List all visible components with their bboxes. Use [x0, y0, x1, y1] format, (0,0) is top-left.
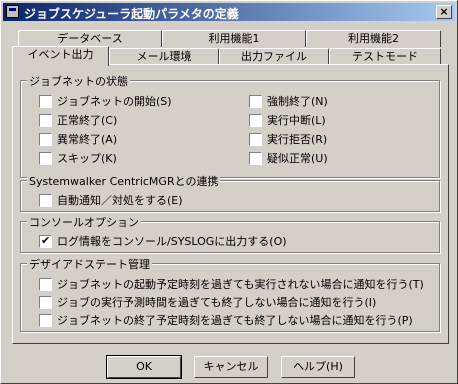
checkbox-label: 異常終了(A) [57, 133, 118, 146]
help-button[interactable]: ヘルプ(H) [281, 356, 355, 378]
checkbox-box[interactable] [249, 94, 262, 108]
desired-state-legend: デザイアドステート管理 [27, 256, 152, 272]
checkbox-box[interactable] [249, 132, 262, 146]
tab-database[interactable]: データベース [18, 30, 162, 47]
checkbox-box[interactable] [249, 113, 262, 127]
checkbox-forced-end[interactable]: 強制終了(N) [249, 94, 328, 108]
jobnet-state-legend: ジョブネットの状態 [27, 73, 130, 89]
console-legend: コンソールオプション [27, 214, 141, 230]
checkbox-box[interactable] [39, 94, 52, 108]
tab-output-file[interactable]: 出力ファイル [219, 48, 329, 65]
checkbox-jobnet-start[interactable]: ジョブネットの開始(S) [39, 94, 172, 108]
checkbox-label: 疑似正常(U) [267, 152, 328, 165]
tab-mail-environment[interactable]: メール環境 [109, 48, 219, 65]
checkbox-label: ジョブネットの開始(S) [57, 95, 172, 108]
checkbox-label: 自動通知／対処をする(E) [57, 194, 183, 207]
checkbox-label: ジョブネットの終了予定時刻を過ぎても終了しない場合に通知を行う(P) [57, 314, 413, 327]
checkbox-label: スキップ(K) [57, 152, 117, 165]
console-group: コンソールオプション ログ情報をコンソール/SYSLOGに出力する(O) [20, 214, 440, 253]
checkbox-label: 強制終了(N) [267, 95, 328, 108]
checkbox-box[interactable] [249, 151, 262, 165]
checkbox-box[interactable] [39, 234, 52, 248]
title-bar[interactable]: ジョブスケジューラ起動パラメタの定義 × [3, 3, 455, 21]
checkbox-label: 実行中断(L) [267, 114, 326, 127]
checkbox-box[interactable] [39, 113, 52, 127]
checkbox-box[interactable] [39, 295, 52, 309]
checkbox-exec-interrupt[interactable]: 実行中断(L) [249, 113, 326, 127]
checkbox-label: ログ情報をコンソール/SYSLOGに出力する(O) [57, 235, 287, 248]
dialog-window: ジョブスケジューラ起動パラメタの定義 × データベース 利用機能1 利用機能2 … [0, 0, 458, 384]
checkbox-label: ジョブネットの起動予定時刻を過ぎても実行されない場合に通知を行う(T) [57, 278, 424, 291]
checkbox-box[interactable] [39, 313, 52, 327]
centric-group: Systemwalker CentricMGRとの連携 自動通知／対処をする(E… [20, 173, 440, 212]
tab-features-2[interactable]: 利用機能2 [306, 30, 441, 47]
tab-event-output[interactable]: イベント出力 [12, 46, 109, 66]
checkbox-box[interactable] [39, 151, 52, 165]
checkbox-label: 実行拒否(R) [267, 133, 328, 146]
checkbox-skip[interactable]: スキップ(K) [39, 151, 117, 165]
tab-test-mode[interactable]: テストモード [329, 48, 441, 65]
checkbox-label: 正常終了(C) [57, 114, 118, 127]
jobnet-state-group: ジョブネットの状態 ジョブネットの開始(S) 正常終了(C) 異常終了(A) ス… [20, 73, 440, 178]
checkbox-exec-reject[interactable]: 実行拒否(R) [249, 132, 327, 146]
tab-panel-event-output: ジョブネットの状態 ジョブネットの開始(S) 正常終了(C) 異常終了(A) ス… [12, 64, 449, 344]
cancel-button[interactable]: キャンセル [194, 356, 268, 378]
checkbox-label: ジョブの実行予測時間を過ぎても終了しない場合に通知を行う(I) [57, 296, 377, 309]
checkbox-box[interactable] [39, 132, 52, 146]
centric-legend: Systemwalker CentricMGRとの連携 [27, 173, 221, 189]
checkbox-notify-job-overrun[interactable]: ジョブの実行予測時間を過ぎても終了しない場合に通知を行う(I) [39, 295, 376, 309]
checkbox-auto-notify[interactable]: 自動通知／対処をする(E) [39, 193, 183, 207]
app-icon [6, 5, 19, 18]
tab-features-1[interactable]: 利用機能1 [162, 30, 306, 47]
checkbox-notify-not-finished[interactable]: ジョブネットの終了予定時刻を過ぎても終了しない場合に通知を行う(P) [39, 313, 413, 327]
checkbox-box[interactable] [39, 193, 52, 207]
close-button[interactable]: × [436, 5, 452, 19]
ok-button[interactable]: OK [106, 355, 182, 379]
window-title: ジョブスケジューラ起動パラメタの定義 [24, 7, 239, 21]
checkbox-notify-not-started[interactable]: ジョブネットの起動予定時刻を過ぎても実行されない場合に通知を行う(T) [39, 277, 424, 291]
checkbox-box[interactable] [39, 277, 52, 291]
checkbox-abnormal-end[interactable]: 異常終了(A) [39, 132, 117, 146]
checkbox-normal-end[interactable]: 正常終了(C) [39, 113, 117, 127]
checkbox-pseudo-normal[interactable]: 疑似正常(U) [249, 151, 328, 165]
desired-state-group: デザイアドステート管理 ジョブネットの起動予定時刻を過ぎても実行されない場合に通… [20, 256, 440, 332]
checkbox-log-output[interactable]: ログ情報をコンソール/SYSLOGに出力する(O) [39, 234, 287, 248]
